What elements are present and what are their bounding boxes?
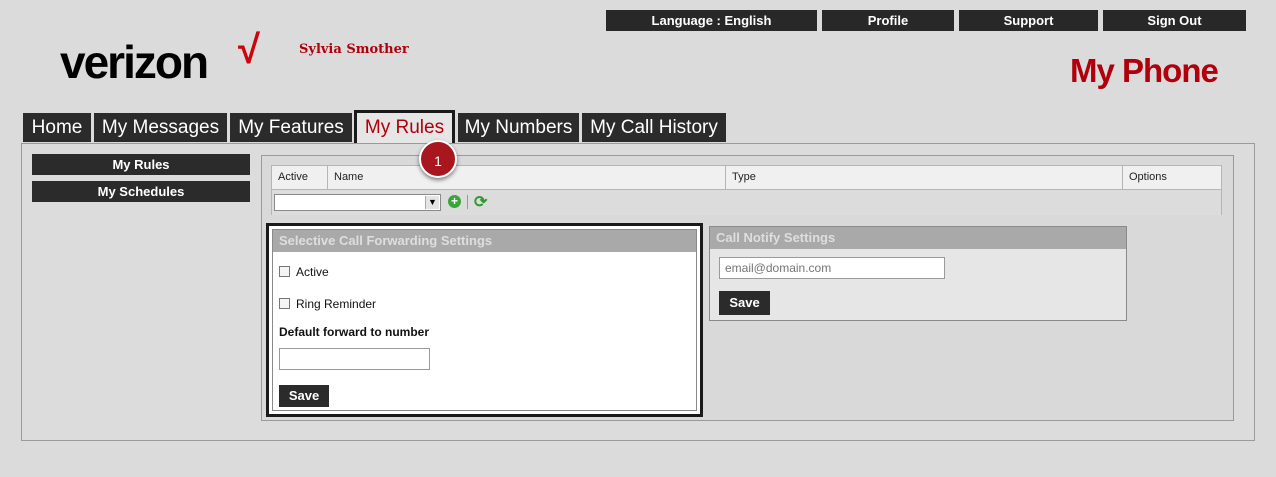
email-field[interactable] (719, 257, 945, 279)
active-checkbox[interactable] (279, 266, 290, 277)
call-notify-title: Call Notify Settings (710, 227, 1126, 249)
language-button[interactable]: Language : English (606, 10, 817, 31)
grid-toolbar: ▼ + ⟳ (272, 190, 1221, 215)
logo-text: verizon (60, 36, 209, 88)
scf-save-button[interactable]: Save (279, 385, 329, 407)
column-options[interactable]: Options (1123, 166, 1223, 189)
rule-select[interactable]: ▼ (274, 194, 441, 211)
checkmark-icon: √ (238, 28, 260, 72)
ring-reminder-label: Ring Reminder (296, 297, 377, 311)
forward-number-input[interactable] (279, 348, 430, 370)
scf-inner: Selective Call Forwarding Settings Activ… (272, 229, 697, 411)
active-label: Active (296, 265, 329, 279)
column-type[interactable]: Type (726, 166, 1123, 189)
call-notify-panel: Call Notify Settings Save (709, 226, 1127, 321)
tab-home[interactable]: Home (23, 113, 91, 142)
profile-button[interactable]: Profile (822, 10, 954, 31)
tab-my-numbers[interactable]: My Numbers (458, 113, 579, 142)
grid-header: Active Name Type Options (272, 166, 1221, 190)
username: Sylvia Smother (299, 42, 409, 57)
step-badge: 1 (419, 140, 457, 178)
forward-number-label: Default forward to number (279, 325, 430, 339)
tab-my-messages[interactable]: My Messages (94, 113, 227, 142)
add-rule-icon[interactable]: + (448, 195, 461, 208)
sign-out-button[interactable]: Sign Out (1103, 10, 1246, 31)
scf-title: Selective Call Forwarding Settings (273, 230, 696, 252)
ring-reminder-checkbox[interactable] (279, 298, 290, 309)
refresh-icon[interactable]: ⟳ (474, 192, 487, 212)
rules-grid: Active Name Type Options ▼ + ⟳ (271, 165, 1222, 215)
column-name[interactable]: Name (328, 166, 726, 189)
sidebar-item-my-rules[interactable]: My Rules (32, 154, 250, 175)
verizon-logo: verizon √ (60, 28, 260, 88)
column-active[interactable]: Active (272, 166, 328, 189)
call-notify-save-button[interactable]: Save (719, 291, 770, 315)
chevron-down-icon[interactable]: ▼ (425, 196, 439, 209)
toolbar-divider (467, 195, 468, 209)
sidebar-item-my-schedules[interactable]: My Schedules (32, 181, 250, 202)
app-title: My Phone (1070, 52, 1219, 89)
tab-my-call-history[interactable]: My Call History (582, 113, 726, 142)
tab-my-features[interactable]: My Features (230, 113, 352, 142)
support-button[interactable]: Support (959, 10, 1098, 31)
selective-call-forwarding-panel: Selective Call Forwarding Settings Activ… (266, 223, 703, 417)
